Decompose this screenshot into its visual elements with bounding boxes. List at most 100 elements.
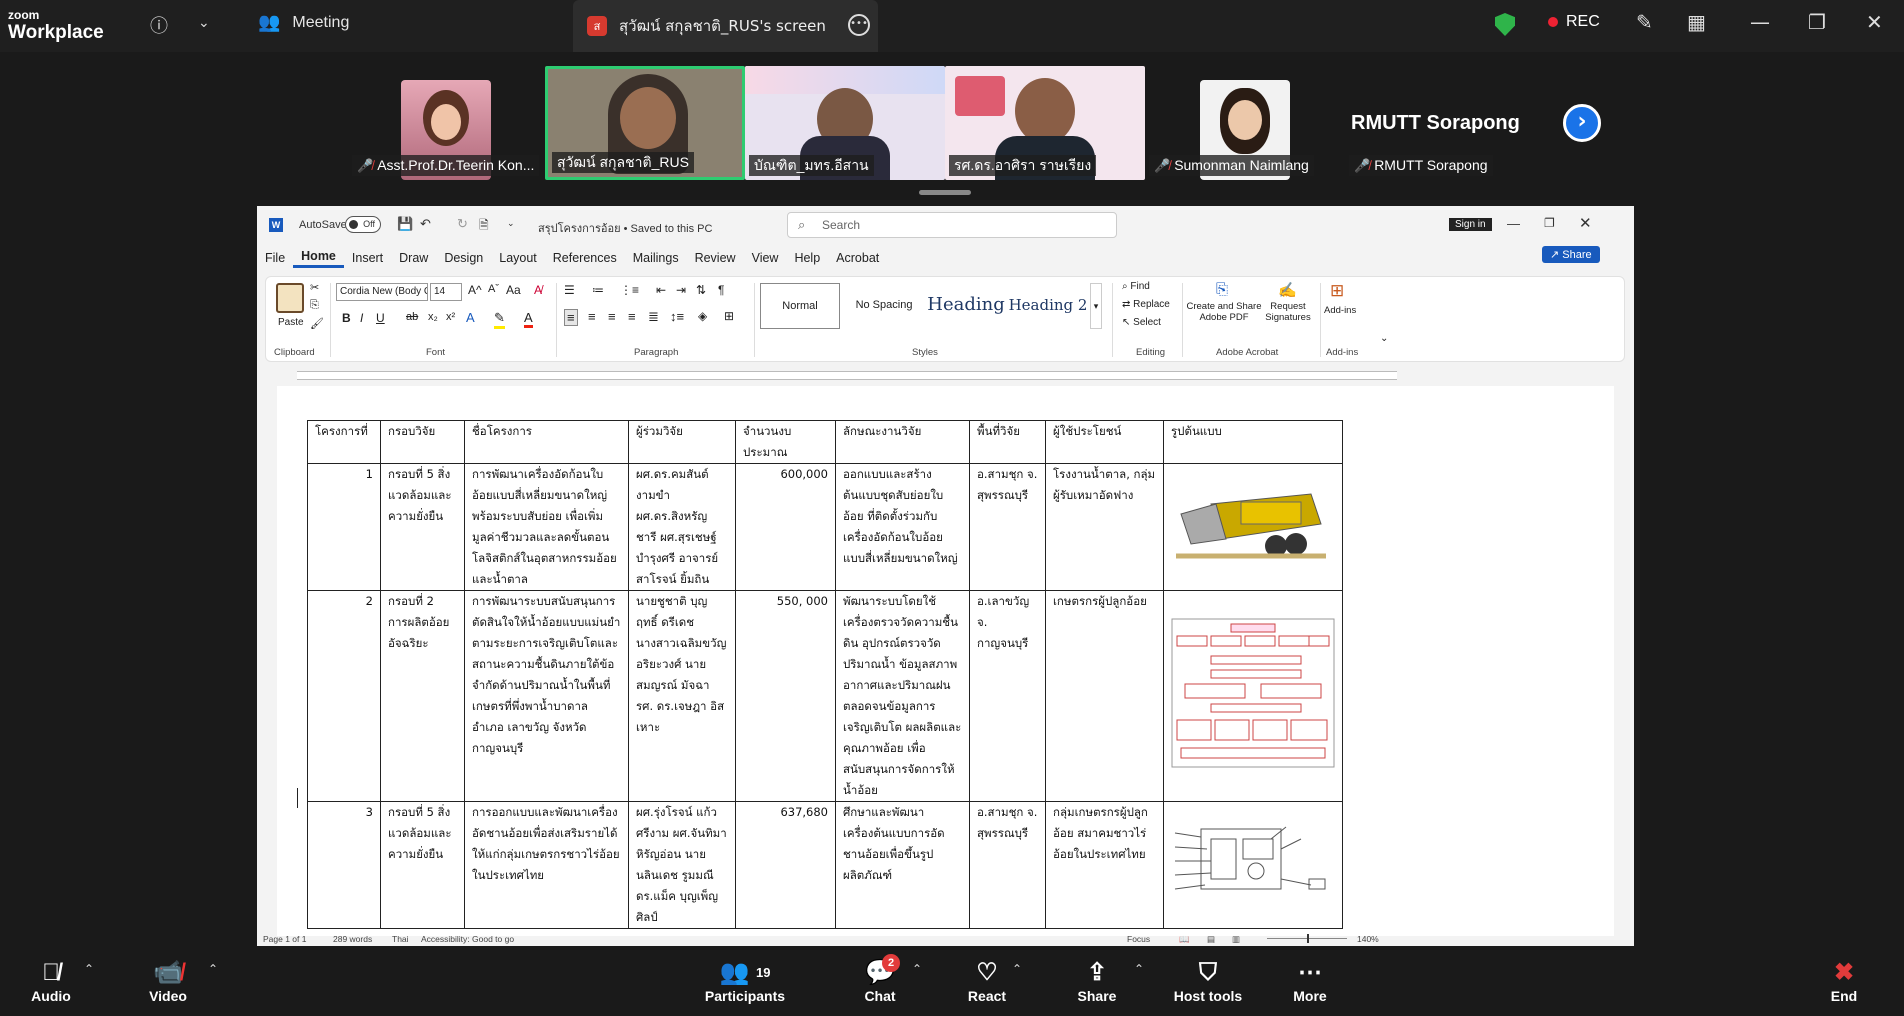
request-signatures-button[interactable]: Request Signatures xyxy=(1262,301,1314,323)
audio-button[interactable]: 🎙̸ Audio xyxy=(28,958,74,1004)
view-grid-icon[interactable]: ▦ xyxy=(1687,10,1706,34)
close-icon[interactable]: ✕ xyxy=(1866,10,1883,34)
numbering-icon[interactable]: ≔ xyxy=(592,283,604,297)
recording-indicator[interactable]: REC xyxy=(1548,13,1600,31)
paste-label[interactable]: Paste xyxy=(278,317,304,328)
share-screen-button[interactable]: ⇪ Share xyxy=(1075,958,1119,1004)
participant-tile-4[interactable]: รศ.ดร.อาศิรา ราษเรียง xyxy=(945,66,1145,180)
justify-icon[interactable]: ≡ xyxy=(628,309,636,324)
superscript-icon[interactable]: x² xyxy=(446,311,455,323)
font-size-select[interactable]: 14 xyxy=(430,283,462,301)
print-layout-icon[interactable]: ▤ xyxy=(1207,934,1215,945)
word-close-icon[interactable]: ✕ xyxy=(1579,214,1592,232)
menu-references[interactable]: References xyxy=(545,251,625,265)
zoom-slider[interactable] xyxy=(1267,934,1347,943)
word-minimize-icon[interactable]: — xyxy=(1507,216,1520,231)
align-center-icon[interactable]: ≡ xyxy=(588,309,596,324)
video-button[interactable]: 📹̸ Video xyxy=(145,958,191,1004)
menu-home[interactable]: Home xyxy=(293,249,344,268)
react-options-chevron-icon[interactable]: ⌃ xyxy=(1012,962,1022,976)
word-search-box[interactable]: ⌕ Search xyxy=(787,212,1117,238)
zoom-level[interactable]: 140% xyxy=(1357,934,1379,944)
style-no-spacing[interactable]: No Spacing xyxy=(844,283,924,329)
line-spacing-icon[interactable]: ↕≡ xyxy=(670,309,684,324)
chat-button[interactable]: 💬 2 Chat xyxy=(860,954,900,1004)
grow-font-icon[interactable]: A^ xyxy=(468,283,482,297)
page-count[interactable]: Page 1 of 1 xyxy=(263,934,306,944)
participant-tile-1[interactable]: 🎤̸ Asst.Prof.Dr.Teerin Kon... xyxy=(348,66,548,180)
share-options-chevron-icon[interactable]: ⌃ xyxy=(1134,962,1144,976)
word-count[interactable]: 289 words xyxy=(333,934,372,944)
create-share-pdf-button[interactable]: Create and Share Adobe PDF xyxy=(1186,301,1262,323)
shading-icon[interactable]: ◈ xyxy=(698,309,707,323)
resize-handle[interactable] xyxy=(919,190,971,195)
audio-options-chevron-icon[interactable]: ⌃ xyxy=(84,962,94,976)
read-mode-icon[interactable]: 📖 xyxy=(1179,934,1190,945)
clear-formatting-icon[interactable]: A̸ xyxy=(534,283,542,297)
underline-icon[interactable]: U xyxy=(376,311,385,325)
menu-review[interactable]: Review xyxy=(687,251,744,265)
copy-icon[interactable]: ⎘ xyxy=(310,299,319,312)
select-button[interactable]: ↖ Select xyxy=(1122,317,1161,328)
menu-help[interactable]: Help xyxy=(786,251,828,265)
accessibility-status[interactable]: Accessibility: Good to go xyxy=(421,934,514,944)
chat-options-chevron-icon[interactable]: ⌃ xyxy=(912,962,922,976)
document-page[interactable]: โครงการที่ กรอบวิจัย ชื่อโครงการ ผู้ร่วม… xyxy=(277,386,1614,936)
style-heading[interactable]: Heading xyxy=(926,283,1006,329)
undo-icon[interactable]: ↶ xyxy=(420,216,431,232)
find-button[interactable]: ⌕ Find xyxy=(1122,281,1150,292)
participant-tile-5[interactable]: 🎤̸ Sumonman Naimlang xyxy=(1145,66,1345,180)
minimize-icon[interactable]: — xyxy=(1750,10,1770,34)
increase-indent-icon[interactable]: ⇥ xyxy=(676,283,686,297)
video-options-chevron-icon[interactable]: ⌃ xyxy=(208,962,218,976)
menu-mailings[interactable]: Mailings xyxy=(625,251,687,265)
align-left-icon[interactable]: ≡ xyxy=(564,309,578,326)
menu-draw[interactable]: Draw xyxy=(391,251,436,265)
style-heading-2[interactable]: Heading 2 xyxy=(1008,283,1088,329)
web-layout-icon[interactable]: ▥ xyxy=(1232,934,1240,945)
bullets-icon[interactable]: ☰ xyxy=(564,283,575,297)
info-icon[interactable]: ⓘ xyxy=(150,12,168,38)
language[interactable]: Thai xyxy=(392,934,409,944)
menu-insert[interactable]: Insert xyxy=(344,251,391,265)
paste-icon[interactable] xyxy=(276,283,304,313)
styles-more-icon[interactable]: ▾ xyxy=(1090,283,1102,329)
show-formatting-icon[interactable]: ¶ xyxy=(718,283,724,297)
end-meeting-button[interactable]: ✖ End xyxy=(1824,958,1864,1004)
shrink-font-icon[interactable]: Aˇ xyxy=(488,283,499,295)
word-restore-icon[interactable]: ❐ xyxy=(1544,216,1555,230)
change-case-icon[interactable]: Aa xyxy=(506,283,521,297)
italic-icon[interactable]: I xyxy=(360,311,363,325)
meeting-tab[interactable]: 👥 Meeting xyxy=(258,12,349,33)
redo-icon[interactable]: ↻ xyxy=(457,216,468,232)
highlight-icon[interactable]: ✎ xyxy=(494,310,505,329)
participants-button[interactable]: 👥 19 Participants xyxy=(700,958,790,1004)
next-participants-arrow-icon[interactable]: › xyxy=(1563,104,1601,142)
sign-in-button[interactable]: Sign in xyxy=(1449,218,1492,231)
cut-icon[interactable]: ✂ xyxy=(310,281,319,294)
decrease-indent-icon[interactable]: ⇤ xyxy=(656,283,666,297)
quick-access-dropdown-icon[interactable]: ⌄ xyxy=(507,218,515,229)
menu-view[interactable]: View xyxy=(744,251,787,265)
create-pdf-icon[interactable]: ⎘ xyxy=(1216,281,1228,298)
document-title[interactable]: สรุปโครงการอ้อย • Saved to this PC xyxy=(538,219,712,237)
add-ins-button[interactable]: Add-ins xyxy=(1324,305,1356,316)
subscript-icon[interactable]: x₂ xyxy=(428,311,438,323)
save-icon[interactable]: 💾 xyxy=(397,216,413,232)
react-button[interactable]: ♡ React xyxy=(965,958,1009,1004)
chevron-down-icon[interactable]: ⌄ xyxy=(198,15,210,31)
more-button[interactable]: ⋯ More xyxy=(1288,958,1332,1004)
focus-button[interactable]: Focus xyxy=(1127,934,1150,944)
menu-acrobat[interactable]: Acrobat xyxy=(828,251,887,265)
add-ins-icon[interactable]: ⊞ xyxy=(1330,281,1344,301)
font-color-icon[interactable]: A xyxy=(524,310,533,328)
request-signatures-icon[interactable]: ✍ xyxy=(1278,281,1297,299)
style-normal[interactable]: Normal xyxy=(760,283,840,329)
collapse-ribbon-icon[interactable]: ⌄ xyxy=(1380,333,1388,344)
font-name-select[interactable]: Cordia New (Body C xyxy=(336,283,428,301)
distributed-icon[interactable]: ≣ xyxy=(648,309,659,325)
multilevel-list-icon[interactable]: ⋮≡ xyxy=(620,283,639,297)
menu-file[interactable]: File xyxy=(257,251,293,265)
more-options-icon[interactable]: ••• xyxy=(848,14,870,36)
annotate-icon[interactable]: ✎ xyxy=(1636,10,1653,34)
